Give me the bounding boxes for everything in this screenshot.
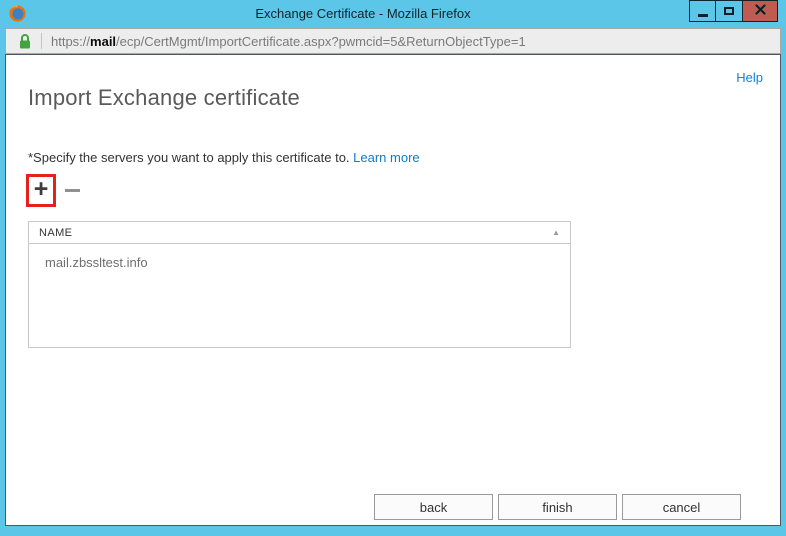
- close-icon: [755, 2, 766, 20]
- url-scheme: https://: [51, 34, 90, 49]
- plus-icon: +: [34, 177, 49, 202]
- title-bar[interactable]: Exchange Certificate - Mozilla Firefox: [0, 0, 786, 28]
- maximize-icon: [724, 7, 734, 15]
- table-row[interactable]: mail.zbssltest.info: [29, 244, 570, 270]
- sort-ascending-icon: ▲: [552, 228, 560, 237]
- caption-buttons: [689, 0, 778, 22]
- minimize-button[interactable]: [689, 0, 716, 22]
- page-content: Help Import Exchange certificate *Specif…: [5, 54, 781, 526]
- column-header-label: NAME: [39, 227, 72, 239]
- wizard-footer: back finish cancel: [374, 494, 741, 520]
- server-name-cell: mail.zbssltest.info: [45, 255, 148, 270]
- minus-icon: [65, 189, 80, 192]
- finish-button[interactable]: finish: [498, 494, 617, 520]
- server-list-toolbar: +: [26, 174, 83, 207]
- url-text: https://mail/ecp/CertMgmt/ImportCertific…: [51, 34, 526, 49]
- minimize-icon: [698, 14, 708, 17]
- column-header-name[interactable]: NAME ▲: [29, 222, 570, 244]
- cancel-button[interactable]: cancel: [622, 494, 741, 520]
- firefox-icon: [9, 5, 26, 22]
- back-button[interactable]: back: [374, 494, 493, 520]
- learn-more-link[interactable]: Learn more: [353, 150, 419, 165]
- window-title: Exchange Certificate - Mozilla Firefox: [60, 6, 666, 21]
- instruction-label: *Specify the servers you want to apply t…: [28, 150, 353, 165]
- close-button[interactable]: [743, 0, 778, 22]
- firefox-window: Exchange Certificate - Mozilla Firefox: [0, 0, 786, 536]
- help-link[interactable]: Help: [736, 70, 763, 85]
- url-path: /ecp/CertMgmt/ImportCertificate.aspx?pwm…: [116, 34, 526, 49]
- address-bar[interactable]: https://mail/ecp/CertMgmt/ImportCertific…: [5, 28, 781, 54]
- table-body: mail.zbssltest.info: [29, 244, 570, 347]
- page-title: Import Exchange certificate: [28, 85, 300, 111]
- remove-server-button[interactable]: [65, 177, 83, 204]
- url-host: mail: [90, 34, 116, 49]
- urlbar-separator: [41, 33, 42, 49]
- annotation-highlight-box: +: [26, 174, 56, 207]
- add-server-button[interactable]: +: [29, 177, 53, 204]
- instruction-text: *Specify the servers you want to apply t…: [28, 150, 420, 165]
- maximize-button[interactable]: [716, 0, 743, 22]
- servers-table: NAME ▲ mail.zbssltest.info: [28, 221, 571, 348]
- lock-icon[interactable]: [18, 33, 32, 50]
